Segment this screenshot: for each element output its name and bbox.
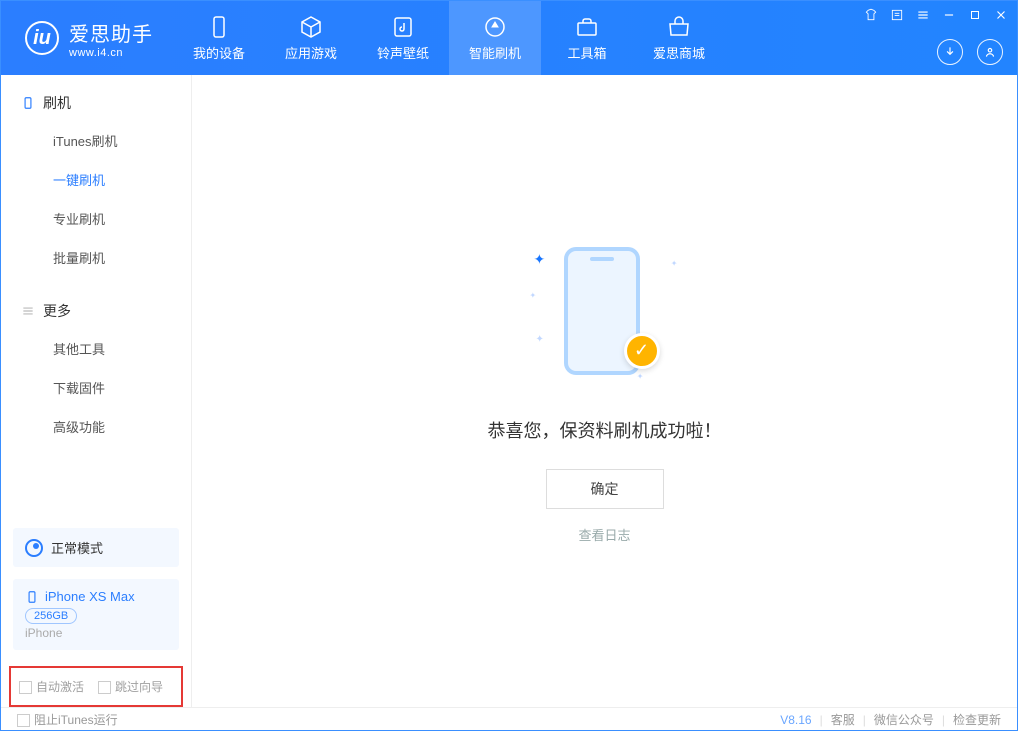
tab-shop[interactable]: 爱思商城 [633,1,725,75]
cube-icon [299,15,323,39]
version-label: V8.16 [780,713,811,727]
minimize-button[interactable] [941,7,957,23]
tab-label: 应用游戏 [285,43,337,62]
app-name: 爱思助手 [69,18,153,47]
success-illustration: ✦ ✦ ✦ ✦ ✦ ✓ [530,239,680,389]
refresh-icon [483,15,507,39]
wechat-link[interactable]: 微信公众号 [874,711,934,728]
menu-icon[interactable] [915,7,931,23]
support-link[interactable]: 客服 [831,711,855,728]
logo-icon: iu [25,21,59,55]
section-title: 刷机 [43,93,71,113]
footer-bar: 阻止iTunes运行 V8.16 | 客服 | 微信公众号 | 检查更新 [1,707,1017,731]
phone-icon [25,590,39,604]
sidebar-item-batch-flash[interactable]: 批量刷机 [1,238,191,277]
tab-label: 我的设备 [193,43,245,62]
sidebar: 刷机 iTunes刷机 一键刷机 专业刷机 批量刷机 更多 其他工具 下载固件 … [1,75,192,707]
check-badge-icon: ✓ [624,333,660,369]
main-content: ✦ ✦ ✦ ✦ ✦ ✓ 恭喜您，保资料刷机成功啦！ 确定 查看日志 [192,75,1017,707]
device-card[interactable]: iPhone XS Max 256GB iPhone [13,579,179,650]
sidebar-item-oneclick-flash[interactable]: 一键刷机 [1,160,191,199]
tab-toolbox[interactable]: 工具箱 [541,1,633,75]
device-name: iPhone XS Max [45,589,135,604]
device-capacity: 256GB [25,608,77,624]
tab-label: 智能刷机 [469,43,521,62]
sidebar-item-itunes-flash[interactable]: iTunes刷机 [1,121,191,160]
sidebar-item-pro-flash[interactable]: 专业刷机 [1,199,191,238]
ok-button[interactable]: 确定 [546,469,664,509]
sparkle-icon: ✦ [530,291,537,300]
phone-icon [207,15,231,39]
tab-label: 铃声壁纸 [377,43,429,62]
user-icon[interactable] [977,39,1003,65]
mode-card[interactable]: 正常模式 [13,528,179,567]
options-row: 自动激活 跳过向导 [9,666,183,707]
header-action-icons [937,39,1003,65]
view-log-link[interactable]: 查看日志 [578,525,630,544]
window-controls [863,7,1009,23]
header-bar: iu 爱思助手 www.i4.cn 我的设备 应用游戏 铃声壁纸 智能刷机 工具… [1,1,1017,75]
toolbox-icon [575,15,599,39]
sparkle-icon: ✦ [534,251,546,268]
list-icon[interactable] [889,7,905,23]
close-button[interactable] [993,7,1009,23]
tab-label: 爱思商城 [653,43,705,62]
main-tabs: 我的设备 应用游戏 铃声壁纸 智能刷机 工具箱 爱思商城 [173,1,725,75]
sidebar-item-other-tools[interactable]: 其他工具 [1,329,191,368]
sparkle-icon: ✦ [671,259,678,268]
sparkle-icon: ✦ [637,372,644,381]
section-title: 更多 [43,301,71,321]
sidebar-item-advanced[interactable]: 高级功能 [1,407,191,446]
sidebar-section-more: 更多 [1,301,191,329]
checkbox-skip-guide[interactable]: 跳过向导 [98,678,163,695]
mode-label: 正常模式 [51,538,103,557]
maximize-button[interactable] [967,7,983,23]
music-icon [391,15,415,39]
checkbox-block-itunes[interactable]: 阻止iTunes运行 [17,711,118,728]
tab-my-device[interactable]: 我的设备 [173,1,265,75]
tab-smart-flash[interactable]: 智能刷机 [449,1,541,75]
shop-icon [667,15,691,39]
check-update-link[interactable]: 检查更新 [953,711,1001,728]
tab-ringtones[interactable]: 铃声壁纸 [357,1,449,75]
device-type: iPhone [25,626,167,640]
tab-apps-games[interactable]: 应用游戏 [265,1,357,75]
logo: iu 爱思助手 www.i4.cn [1,18,173,59]
download-icon[interactable] [937,39,963,65]
sidebar-section-flash: 刷机 [1,93,191,121]
checkbox-auto-activate[interactable]: 自动激活 [19,678,84,695]
app-url: www.i4.cn [69,47,153,59]
shirt-icon[interactable] [863,7,879,23]
mode-icon [25,539,43,557]
sparkle-icon: ✦ [536,334,544,345]
success-message: 恭喜您，保资料刷机成功啦！ [488,417,722,443]
menu-icon [21,304,35,318]
sidebar-item-download-firmware[interactable]: 下载固件 [1,368,191,407]
device-icon [21,96,35,110]
tab-label: 工具箱 [567,43,606,62]
